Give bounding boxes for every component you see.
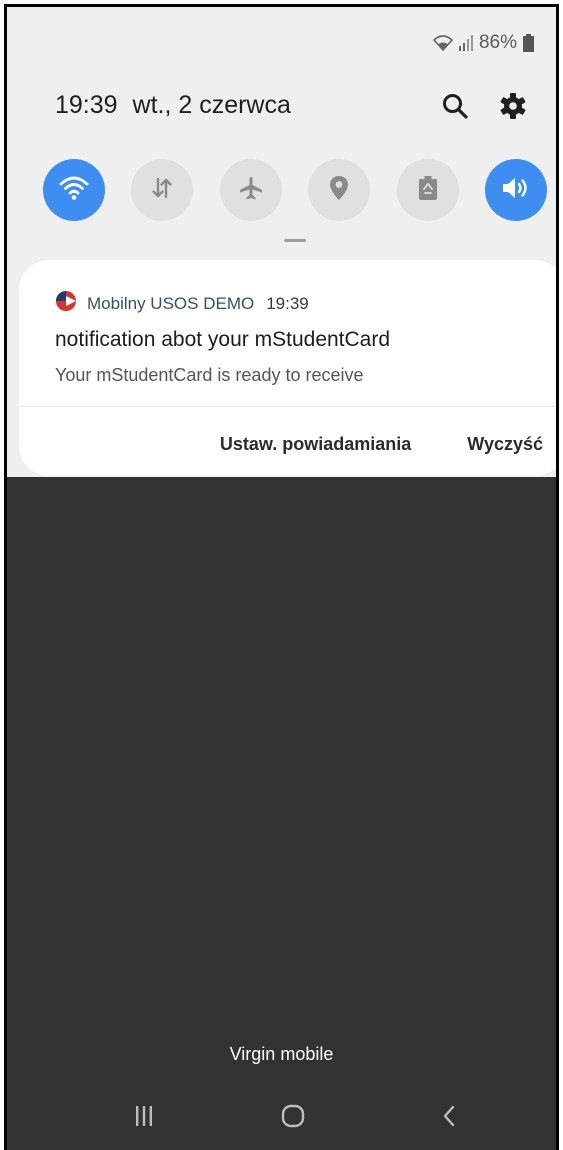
location-toggle[interactable] xyxy=(308,159,371,221)
notification-divider xyxy=(19,406,556,407)
app-logo-icon xyxy=(55,290,77,317)
carrier-label: Virgin mobile xyxy=(229,1044,334,1064)
airplane-mode-toggle[interactable] xyxy=(219,159,282,221)
battery-recycle-icon xyxy=(418,175,438,206)
back-icon xyxy=(442,1105,456,1132)
home-button[interactable] xyxy=(263,1097,323,1139)
mobile-data-toggle[interactable] xyxy=(131,159,194,221)
navigation-bar xyxy=(7,1097,556,1139)
notification-title: notification abot your mStudentCard xyxy=(55,328,391,351)
gear-icon[interactable] xyxy=(496,89,530,123)
home-icon xyxy=(281,1104,305,1133)
wifi-status-icon xyxy=(432,34,453,52)
recent-apps-button[interactable] xyxy=(114,1097,174,1139)
status-bar: 86% xyxy=(432,29,534,57)
back-button[interactable] xyxy=(419,1097,479,1139)
notification-body: Your mStudentCard is ready to receive xyxy=(55,365,364,385)
clear-notifications-button[interactable]: Wyczyść xyxy=(467,434,543,455)
power-saving-toggle[interactable] xyxy=(396,159,459,221)
signal-icon xyxy=(458,35,473,51)
shade-drag-handle[interactable] xyxy=(284,239,306,242)
notification-card[interactable]: Mobilny USOS DEMO 19:39 notification abo… xyxy=(19,260,556,476)
shade-header: 19:39 wt., 2 czerwca xyxy=(55,87,530,127)
location-pin-icon xyxy=(329,175,349,206)
notification-time: 19:39 xyxy=(266,293,309,313)
volume-icon xyxy=(501,176,531,205)
notification-app-name: Mobilny USOS DEMO xyxy=(87,293,255,313)
data-arrows-icon xyxy=(150,176,174,205)
wifi-toggle[interactable] xyxy=(43,159,105,221)
clock: 19:39 xyxy=(55,91,118,119)
airplane-icon xyxy=(238,175,264,206)
quick-settings xyxy=(43,159,547,221)
sound-toggle[interactable] xyxy=(484,159,547,221)
date: wt., 2 czerwca xyxy=(132,91,291,119)
battery-percent: 86% xyxy=(478,32,517,53)
search-icon[interactable] xyxy=(438,89,472,123)
notification-settings-button[interactable]: Ustaw. powiadamiania xyxy=(220,434,411,455)
recent-apps-icon xyxy=(136,1105,152,1131)
phone-screen: 86% 19:39 wt., 2 czerwca Mobilny USOS DE… xyxy=(4,4,559,1150)
notification-header: Mobilny USOS DEMO 19:39 xyxy=(55,290,309,317)
wifi-icon xyxy=(59,175,89,206)
battery-icon xyxy=(523,34,534,52)
date-time: 19:39 wt., 2 czerwca xyxy=(55,91,291,120)
